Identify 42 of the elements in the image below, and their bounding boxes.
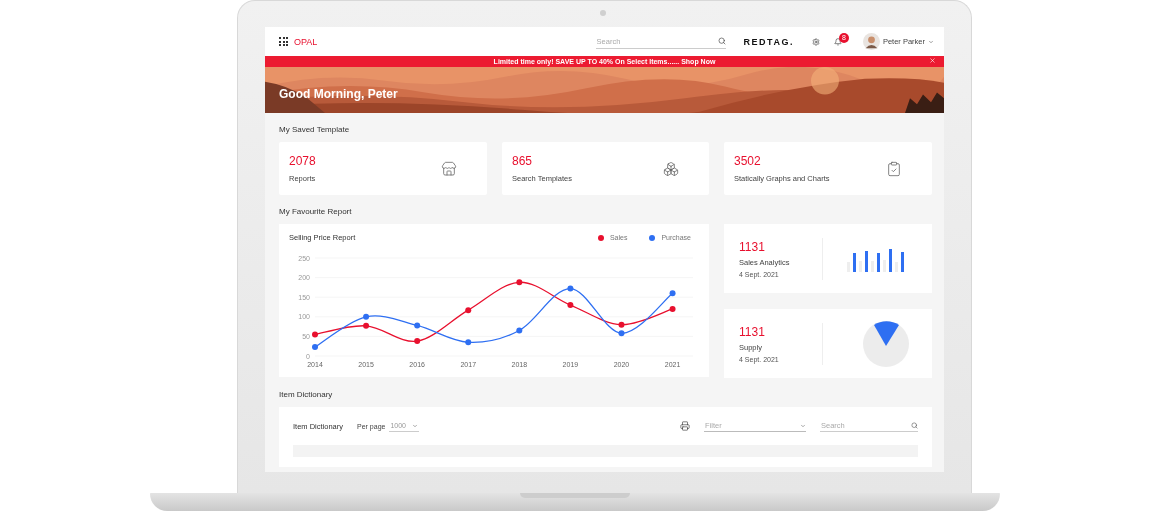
pie-chart-drawing [863, 320, 909, 367]
data-point [618, 321, 625, 328]
data-point [312, 344, 318, 350]
section-title: Item Dictionary [279, 390, 334, 399]
data-point [465, 339, 472, 346]
logo: REDTAG. [743, 36, 794, 47]
data-point [669, 305, 676, 312]
data-point [516, 327, 523, 334]
print-button[interactable] [680, 421, 690, 431]
section-title: My Favourite Report [279, 207, 353, 216]
camera-icon [600, 10, 606, 16]
clipboard-check-icon [886, 160, 902, 177]
boxes-icon [663, 160, 679, 177]
chevron-down-icon [800, 422, 806, 429]
data-point [414, 338, 421, 345]
stat-value: 1131 [739, 324, 766, 339]
brand-name: OPAL [294, 36, 318, 47]
data-point [414, 322, 421, 329]
chevron-down-icon [412, 422, 419, 429]
apps-icon[interactable] [279, 37, 288, 46]
data-point [618, 330, 625, 337]
search-icon[interactable] [717, 37, 726, 45]
chevron-down-icon [928, 38, 934, 45]
greeting: Good Morning, Peter [279, 87, 398, 101]
data-point [312, 331, 318, 338]
card-value: 2078 [289, 154, 317, 168]
card-value: 865 [512, 154, 534, 168]
data-point [363, 313, 370, 320]
section-title: My Saved Template [279, 125, 351, 134]
data-point [669, 290, 676, 297]
search-icon[interactable] [911, 422, 918, 429]
data-point [567, 302, 574, 309]
settings-button[interactable] [811, 37, 820, 46]
close-button[interactable] [929, 57, 936, 64]
data-point [516, 279, 523, 286]
data-point [567, 285, 574, 292]
store-icon [441, 160, 457, 177]
data-point [363, 322, 370, 329]
stat-value: 1131 [739, 239, 766, 254]
avatar [862, 33, 880, 50]
data-point [465, 307, 472, 314]
card-value: 3502 [734, 154, 762, 168]
